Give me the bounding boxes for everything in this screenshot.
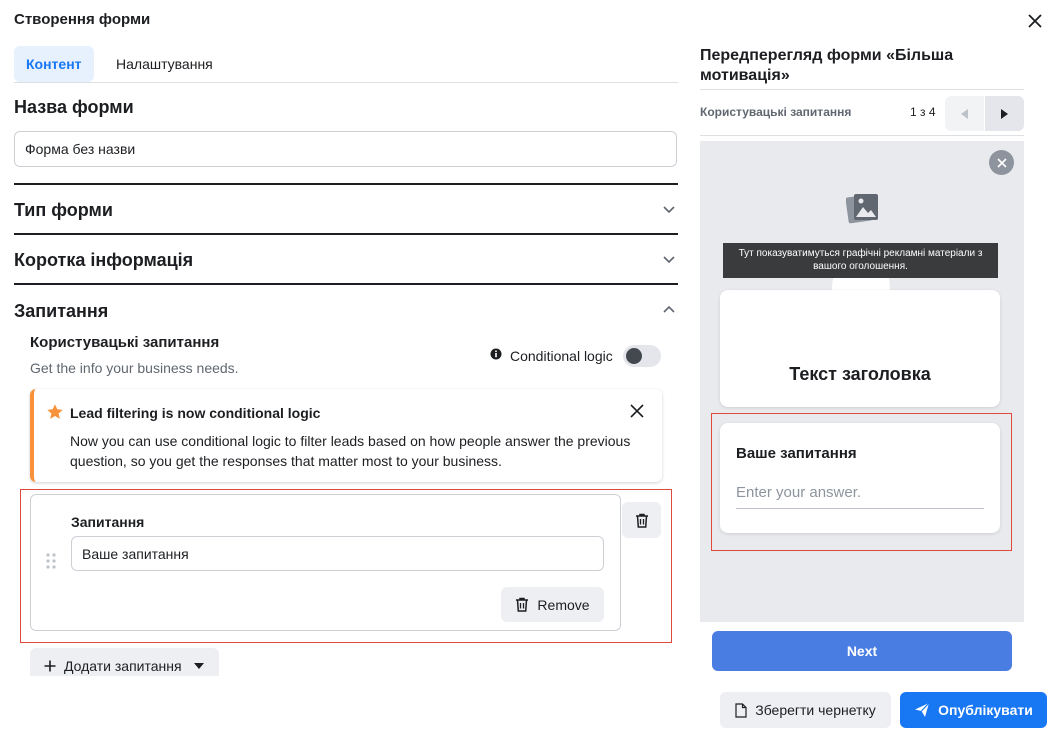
add-question-label: Додати запитання (64, 658, 182, 674)
preview-divider (700, 135, 1024, 136)
triangle-right-icon (1001, 108, 1008, 119)
preview-title: Передперегляд форми «Більша мотивація» (700, 47, 954, 84)
toggle-knob (626, 348, 642, 364)
save-draft-button[interactable]: Зберегти чернетку (720, 692, 891, 728)
caret-down-icon (193, 663, 204, 669)
drag-handle-icon[interactable] (45, 552, 57, 570)
preview-tooltip: Тут показуватимуться графічні рекламні м… (723, 243, 998, 278)
close-modal-button[interactable] (1024, 10, 1046, 32)
remove-button[interactable]: Remove (501, 587, 604, 622)
question-input[interactable] (71, 536, 604, 571)
question-label: Запитання (71, 514, 145, 530)
plus-icon (44, 660, 56, 672)
chevron-up-icon (663, 305, 675, 313)
questions-collapse[interactable] (662, 303, 676, 322)
section-divider (14, 283, 678, 285)
preview-divider (700, 89, 1024, 90)
form-name-heading: Назва форми (14, 97, 134, 117)
preview-answer-placeholder[interactable]: Enter your answer. (736, 484, 861, 501)
notice-close-button[interactable] (628, 402, 646, 420)
questions-heading: Запитання (14, 301, 109, 321)
custom-questions-description: Get the info your business needs. (30, 360, 239, 376)
chevron-down-icon (663, 256, 675, 264)
modal-title: Створення форми (14, 11, 151, 28)
conditional-logic-label: Conditional logic (510, 348, 613, 364)
remove-label: Remove (537, 596, 590, 613)
form-name-input[interactable] (14, 131, 677, 167)
tab-content[interactable]: Контент (14, 46, 94, 82)
save-draft-label: Зберегти чернетку (755, 702, 876, 718)
preview-page-counter: 1 з 4 (910, 105, 936, 119)
triangle-left-icon (961, 108, 968, 119)
intro-heading: Коротка інформація (14, 250, 194, 270)
form-type-expand[interactable] (662, 202, 676, 221)
delete-question-button[interactable] (622, 502, 661, 538)
preview-headline: Текст заголовка (789, 364, 931, 384)
preview-prev-button[interactable] (945, 96, 984, 131)
intro-expand[interactable] (662, 252, 676, 271)
preview-close-button[interactable] (989, 150, 1014, 175)
tab-settings[interactable]: Налаштування (104, 46, 225, 82)
scroll-fade (0, 676, 690, 736)
custom-questions-title: Користувацькі запитання (30, 334, 220, 351)
notice-body: Now you can use conditional logic to fil… (70, 433, 631, 469)
image-placeholder-icon (846, 194, 878, 224)
preview-answer-underline (736, 508, 984, 509)
trash-icon (516, 597, 529, 612)
star-icon (47, 404, 63, 419)
document-icon (735, 702, 747, 718)
preview-section-label: Користувацькі запитання (700, 105, 852, 119)
info-icon[interactable] (490, 348, 502, 360)
close-icon (1028, 14, 1042, 28)
conditional-logic-toggle[interactable] (623, 345, 661, 367)
section-divider (14, 233, 678, 235)
chevron-down-icon (663, 206, 675, 214)
preview-next-page-button[interactable] (985, 96, 1024, 131)
section-divider (14, 183, 678, 185)
publish-label: Опублікувати (938, 702, 1033, 718)
preview-next-button[interactable]: Next (712, 631, 1012, 671)
tabs-divider (14, 82, 678, 83)
close-icon (996, 157, 1007, 168)
trash-icon (635, 513, 648, 528)
notice-title: Lead filtering is now conditional logic (70, 405, 321, 421)
send-icon (915, 702, 930, 717)
publish-button[interactable]: Опублікувати (900, 692, 1047, 728)
preview-question-card (720, 423, 1000, 533)
form-type-heading: Тип форми (14, 200, 113, 220)
close-icon (630, 404, 644, 418)
preview-question: Ваше запитання (736, 445, 857, 462)
